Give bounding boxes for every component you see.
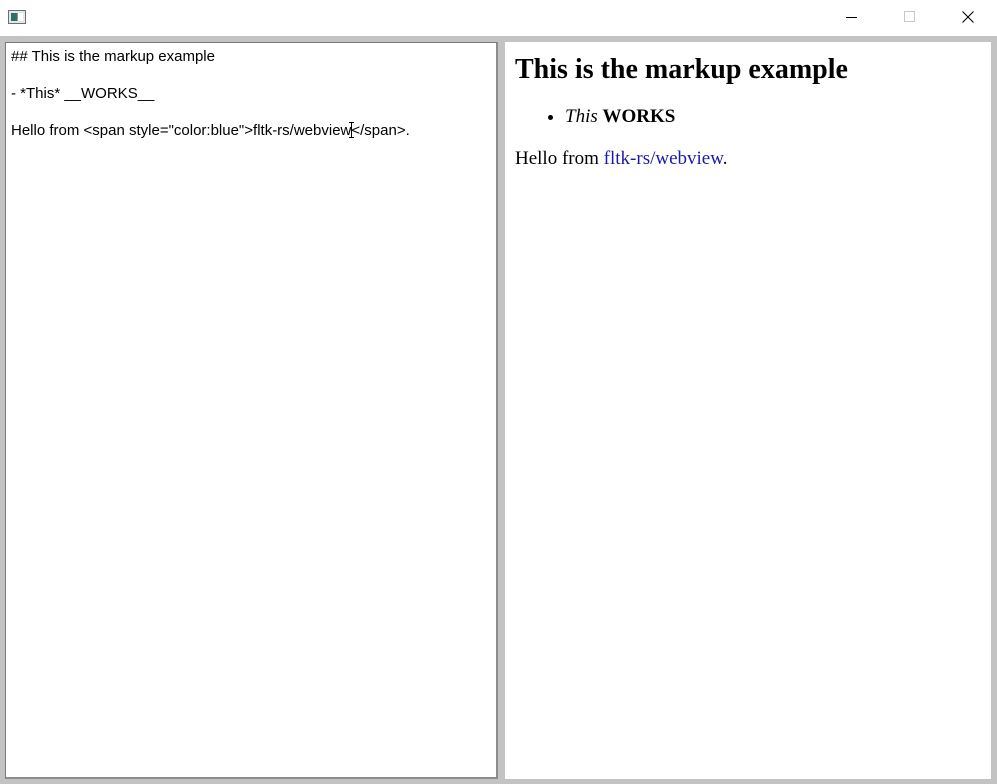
- maximize-button[interactable]: [881, 0, 939, 34]
- editor-line-text: Hello from <span style="color:blue">fltk…: [11, 122, 352, 139]
- maximize-icon: [904, 11, 915, 22]
- close-icon: [962, 11, 974, 23]
- editor-line[interactable]: - *This* __WORKS__: [11, 84, 496, 103]
- preview-heading: This is the markup example: [515, 54, 848, 85]
- editor-line-tail: </span>.: [351, 122, 410, 139]
- preview-em-text: This: [565, 106, 598, 127]
- preview-list: This WORKS: [515, 106, 991, 128]
- close-button[interactable]: [939, 0, 997, 34]
- editor-line[interactable]: ## This is the markup example: [11, 47, 496, 66]
- app-window: ## This is the markup example - *This* _…: [0, 0, 997, 784]
- preview-blue-span: fltk-rs/webview: [603, 148, 723, 169]
- title-bar[interactable]: [0, 0, 997, 36]
- preview-paragraph: Hello from fltk-rs/webview.: [515, 148, 991, 170]
- minimize-button[interactable]: [823, 0, 881, 34]
- markdown-editor[interactable]: ## This is the markup example - *This* _…: [5, 42, 498, 779]
- preview-para-prefix: Hello from: [515, 148, 604, 169]
- client-area: ## This is the markup example - *This* _…: [0, 36, 997, 784]
- preview-strong-text: WORKS: [602, 106, 676, 127]
- editor-line[interactable]: Hello from <span style="color:blue">fltk…: [11, 121, 496, 140]
- text-cursor-icon: [349, 122, 355, 138]
- minimize-icon: [846, 17, 857, 18]
- html-preview: This is the markup example This WORKS He…: [505, 42, 991, 779]
- preview-list-item: This WORKS: [565, 106, 991, 128]
- app-icon: [8, 10, 26, 24]
- preview-para-suffix: .: [722, 148, 728, 169]
